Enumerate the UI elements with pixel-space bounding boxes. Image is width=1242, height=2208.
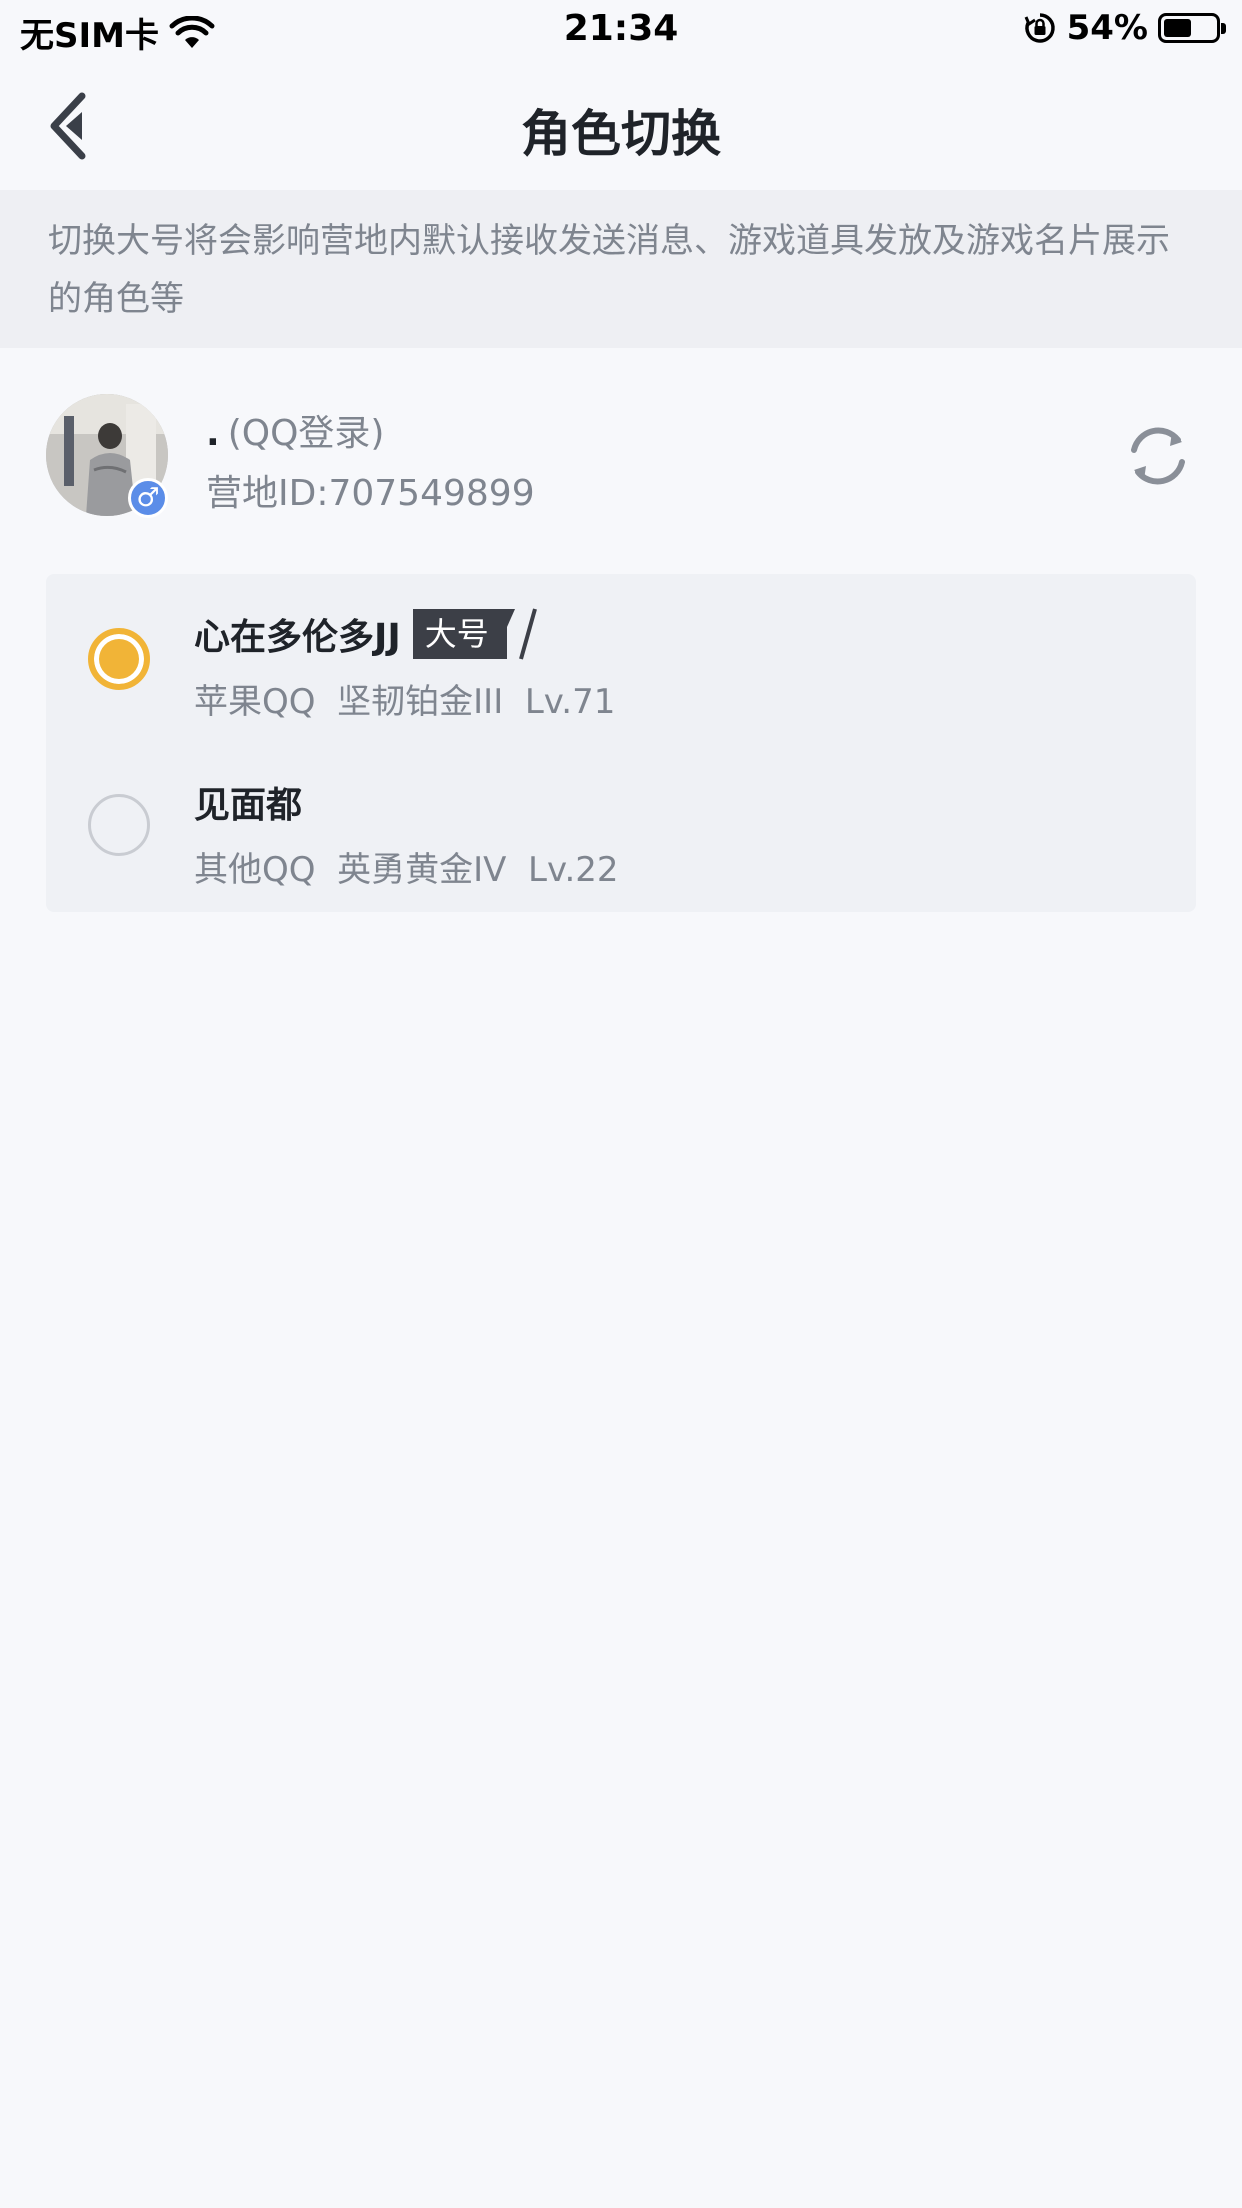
main-account-tag: 大号 [412,608,537,660]
status-right: 54% [1023,8,1226,48]
role-name: 见面都 [194,785,303,826]
role-radio-unselected[interactable] [88,794,150,856]
account-name: . (QQ登录) [206,404,384,456]
camp-id: 营地ID:707549899 [206,473,535,514]
role-name: 心在多伦多JJ [194,617,401,658]
role-item[interactable]: 见面都 其他QQ 英勇黄金IV Lv.22 [46,742,1196,910]
page-title: 角色切换 [521,105,721,163]
account-nickname: . [206,413,220,454]
role-item[interactable]: 心在多伦多JJ 大号 苹果QQ 坚韧铂金III Lv.71 [46,574,1196,742]
battery-level [1164,19,1191,37]
notice-text: 切换大号将会影响营地内默认接收发送消息、游戏道具发放及游戏名片展示的角色等 [48,221,1170,319]
battery-icon [1158,13,1226,43]
main-account-tag-label: 大号 [424,615,489,653]
role-radio-selected[interactable] [88,628,150,690]
account-row: ♂ . (QQ登录) 营地ID:707549899 [0,380,1242,530]
login-type: (QQ登录) [227,413,385,454]
roles-card: 心在多伦多JJ 大号 苹果QQ 坚韧铂金III Lv.71 见面都 其他QQ 英… [46,574,1196,912]
rotation-lock-icon [1024,13,1055,43]
nav-bar: 角色切换 [0,62,1242,190]
battery-percent: 54% [1066,8,1148,48]
role-info: 苹果QQ 坚韧铂金III Lv.71 [194,682,616,722]
gender-badge: ♂ [128,478,168,518]
refresh-button[interactable] [1122,420,1194,492]
notice-banner: 切换大号将会影响营地内默认接收发送消息、游戏道具发放及游戏名片展示的角色等 [0,190,1242,348]
refresh-icon [1131,427,1185,485]
role-info: 其他QQ 英勇黄金IV Lv.22 [194,850,619,890]
role-name-row: 心在多伦多JJ 大号 [194,608,537,660]
tag-slash-decoration [506,608,537,660]
role-name-row: 见面都 [194,776,302,828]
status-bar: 无SIM卡 21:34 54% [0,0,1242,62]
